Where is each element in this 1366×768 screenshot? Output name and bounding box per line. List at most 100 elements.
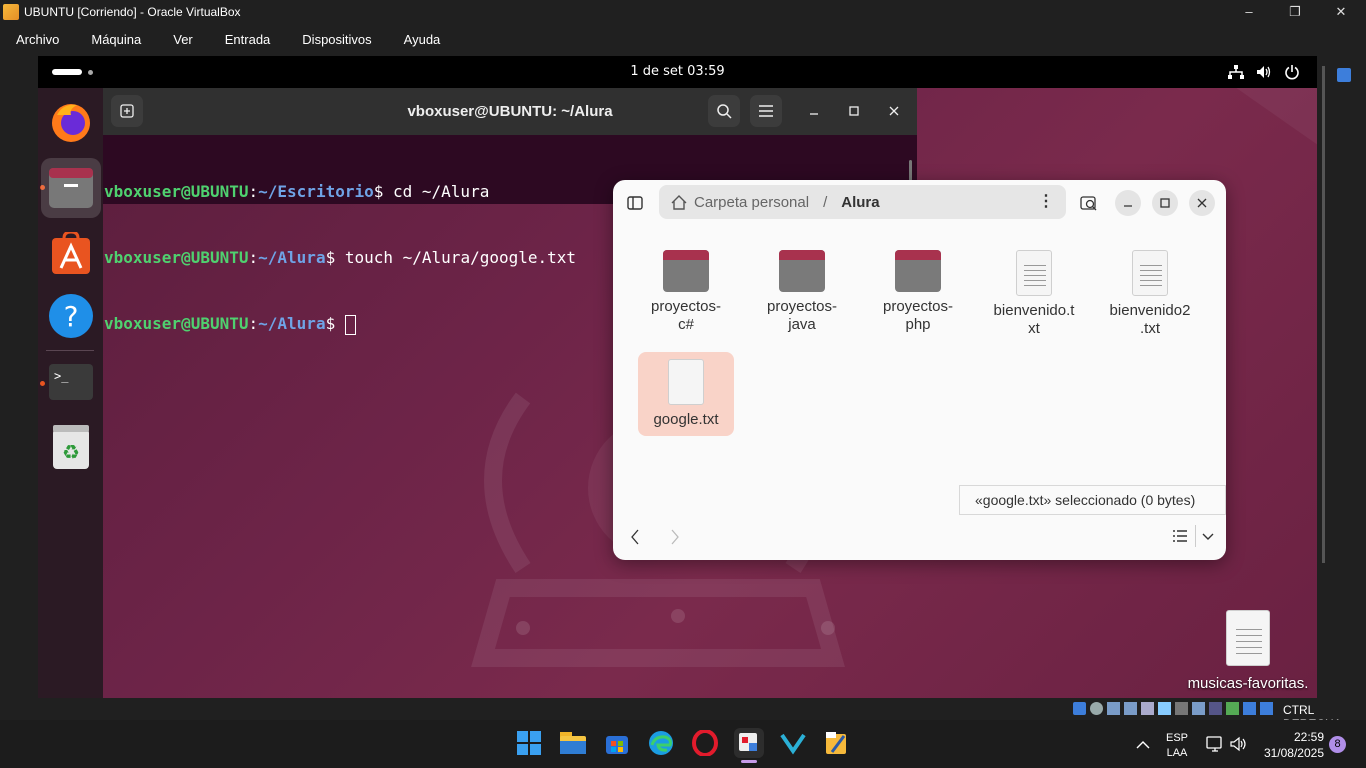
edge-taskbar-button[interactable] — [646, 728, 676, 758]
virtualbox-manager-taskbar-button[interactable] — [822, 728, 852, 758]
list-view-icon[interactable] — [1173, 530, 1187, 542]
close-button[interactable]: ✕ — [1318, 0, 1364, 23]
virtualbox-logo-icon — [3, 3, 19, 20]
opera-taskbar-button[interactable] — [690, 728, 720, 758]
search-icon — [717, 104, 732, 119]
window-title: UBUNTU [Corriendo] - Oracle VirtualBox — [24, 4, 241, 19]
virtualbox-icon — [826, 732, 846, 754]
app-center-icon — [52, 232, 90, 274]
vbox-device-icons[interactable] — [1073, 702, 1273, 715]
view-separator — [1195, 525, 1196, 547]
trash-dock-item[interactable]: ♻ — [41, 417, 101, 477]
file-item[interactable]: bienvenido.t xt — [986, 250, 1082, 338]
file-item-selected[interactable]: google.txt — [638, 352, 734, 436]
virtualbox-menu-bar: Archivo Máquina Ver Entrada Dispositivos… — [0, 23, 1366, 56]
breadcrumb-current[interactable]: Alura — [841, 194, 879, 211]
text-file-icon — [1132, 250, 1168, 296]
firefox-icon — [52, 104, 90, 142]
menu-ver[interactable]: Ver — [157, 32, 209, 47]
clock[interactable]: 1 de set 03:59 — [38, 56, 1317, 88]
volume-icon[interactable] — [1230, 736, 1248, 752]
terminal-minimize-button[interactable] — [798, 95, 830, 127]
empty-file-icon — [668, 359, 704, 405]
edge-icon — [649, 731, 673, 755]
menu-ayuda[interactable]: Ayuda — [388, 32, 457, 47]
maximize-icon — [849, 106, 859, 116]
power-icon[interactable] — [1284, 64, 1300, 80]
close-icon — [889, 106, 899, 116]
folder-item[interactable]: proyectos-java — [754, 250, 850, 334]
terminal-title: vboxuser@UBUNTU: ~/Alura — [407, 103, 613, 120]
menu-dispositivos[interactable]: Dispositivos — [286, 32, 387, 47]
firefox-dock-item[interactable] — [41, 93, 101, 153]
terminal-maximize-button[interactable] — [838, 95, 870, 127]
terminal-header: vboxuser@UBUNTU: ~/Alura — [103, 88, 917, 135]
code-icon — [780, 733, 806, 755]
chevron-up-icon[interactable] — [1136, 740, 1150, 749]
terminal-menu-button[interactable] — [750, 95, 782, 127]
files-window[interactable]: Carpeta personal / Alura ⋮ proyectos-c# … — [613, 180, 1226, 560]
virtualbox-vm-icon — [739, 733, 757, 751]
ubuntu-dock: ? >_ ♻ — [38, 88, 103, 698]
text-file-icon — [1016, 250, 1052, 296]
path-bar[interactable]: Carpeta personal / Alura ⋮ — [659, 185, 1066, 219]
minimize-icon — [810, 113, 818, 115]
terminal-close-button[interactable] — [878, 95, 910, 127]
network-icon[interactable] — [1228, 65, 1244, 79]
files-dock-item[interactable] — [41, 158, 101, 218]
volume-icon[interactable] — [1256, 65, 1272, 79]
folder-icon — [779, 250, 825, 292]
files-minimize-button[interactable] — [1115, 190, 1141, 216]
breadcrumb-separator: / — [823, 193, 828, 211]
search-icon[interactable] — [1080, 195, 1098, 211]
start-button[interactable] — [514, 728, 544, 758]
menu-archivo[interactable]: Archivo — [0, 32, 75, 47]
store-icon — [606, 736, 628, 754]
vm-screen[interactable]: 1 de set 03:59 ? >_ ♻ vboxuser@UBUNTU: ~… — [38, 56, 1317, 698]
menu-maquina[interactable]: Máquina — [75, 32, 157, 47]
vscode-taskbar-button[interactable] — [778, 728, 808, 758]
folder-item[interactable]: proyectos-c# — [638, 250, 734, 334]
selection-status: «google.txt» seleccionado (0 bytes) — [959, 485, 1226, 515]
folder-icon — [49, 168, 93, 208]
desktop-file[interactable]: musicas-favoritas. — [1183, 610, 1313, 692]
opera-icon — [692, 730, 718, 756]
menu-entrada[interactable]: Entrada — [209, 32, 287, 47]
notification-badge[interactable]: 8 — [1329, 736, 1346, 753]
windows-logo-icon — [517, 731, 541, 755]
active-indicator — [741, 760, 757, 763]
network-icon[interactable] — [1206, 736, 1224, 752]
back-icon[interactable] — [630, 529, 640, 545]
help-icon: ? — [49, 294, 93, 338]
breadcrumb-home[interactable]: Carpeta personal — [694, 194, 809, 211]
sidebar-toggle-icon[interactable] — [627, 196, 643, 210]
store-taskbar-button[interactable] — [602, 728, 632, 758]
svg-text:?: ? — [64, 300, 79, 333]
close-icon — [1197, 198, 1207, 208]
folder-item[interactable]: proyectos-php — [870, 250, 966, 334]
file-item[interactable]: bienvenido2 .txt — [1102, 250, 1198, 338]
minimize-button[interactable]: – — [1226, 0, 1272, 23]
restore-button[interactable]: ❐ — [1272, 0, 1318, 23]
virtualbox-vm-taskbar-button[interactable] — [734, 728, 764, 758]
files-close-button[interactable] — [1189, 190, 1215, 216]
taskbar-clock[interactable]: 22:59 31/08/2025 — [1258, 729, 1324, 761]
terminal-search-button[interactable] — [708, 95, 740, 127]
dock-separator — [46, 350, 94, 351]
app-center-dock-item[interactable] — [41, 223, 101, 283]
vbox-side-icon[interactable] — [1337, 68, 1351, 82]
path-menu-icon[interactable]: ⋮ — [1038, 191, 1054, 211]
file-explorer-icon — [560, 732, 586, 754]
terminal-cursor — [344, 314, 356, 335]
hamburger-icon — [759, 105, 773, 117]
desktop-file-label: musicas-favoritas. — [1187, 675, 1309, 692]
files-maximize-button[interactable] — [1152, 190, 1178, 216]
language-indicator[interactable]: ESP LAA — [1160, 731, 1194, 761]
forward-icon[interactable] — [670, 529, 680, 545]
terminal-dock-item[interactable]: >_ — [41, 352, 101, 412]
help-dock-item[interactable]: ? — [41, 286, 101, 346]
virtualbox-title-bar: UBUNTU [Corriendo] - Oracle VirtualBox –… — [0, 0, 1366, 23]
vbox-status-bar: CTRL DERECHA — [0, 698, 1366, 731]
file-explorer-taskbar-button[interactable] — [558, 728, 588, 758]
chevron-down-icon[interactable] — [1202, 533, 1214, 541]
